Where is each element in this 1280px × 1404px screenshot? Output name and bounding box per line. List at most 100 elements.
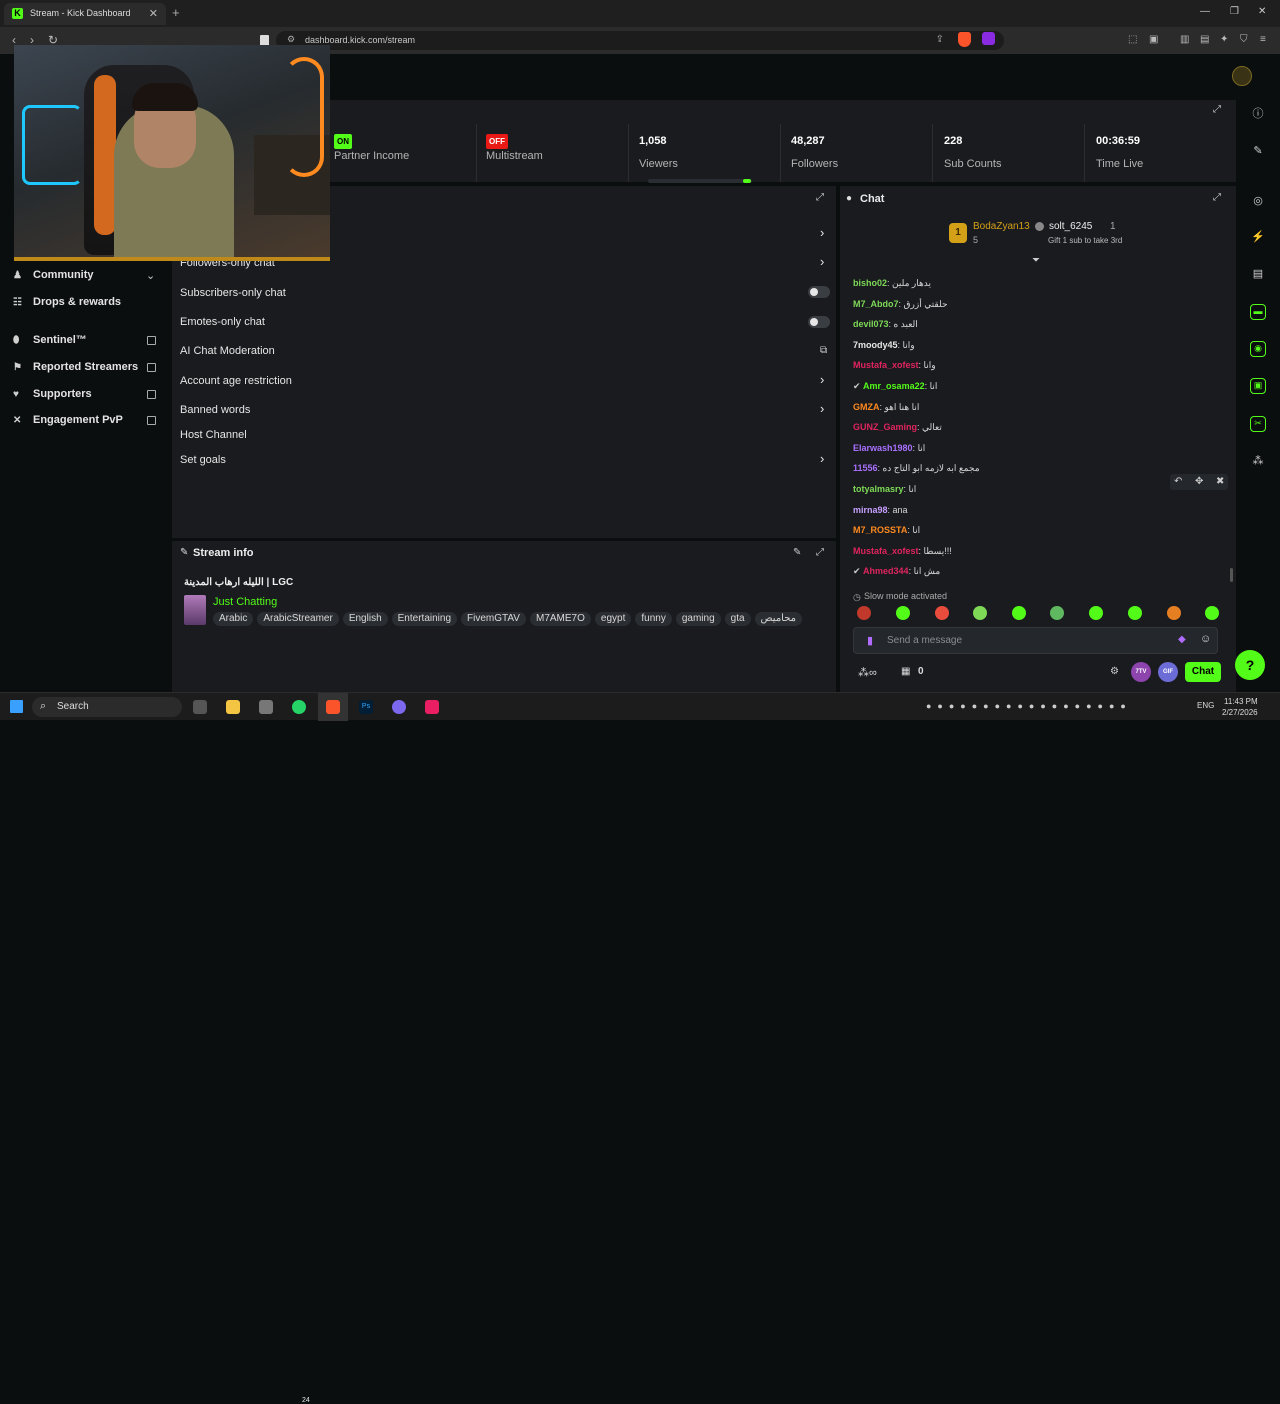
brave-rewards-icon[interactable] bbox=[982, 32, 995, 45]
extensions-icon[interactable]: ⬚ bbox=[1128, 34, 1137, 45]
tabs-icon[interactable]: ▤ bbox=[1200, 34, 1209, 45]
tag[interactable]: Entertaining bbox=[391, 612, 458, 626]
help-chat-icon[interactable]: ? bbox=[1235, 650, 1265, 680]
emotes-only-toggle[interactable] bbox=[808, 316, 830, 328]
chat-username[interactable]: Amr_osama22 bbox=[863, 381, 925, 391]
taskbar-search[interactable]: ⌕ Search bbox=[32, 697, 182, 717]
chat-message[interactable]: 7moody45: وانا bbox=[853, 340, 915, 351]
share-icon[interactable]: ⇪ bbox=[936, 34, 944, 45]
tag[interactable]: egypt bbox=[594, 612, 632, 626]
windows-start-icon[interactable] bbox=[10, 700, 23, 713]
brave-shields-icon[interactable] bbox=[958, 32, 971, 47]
setting-account-age[interactable]: Account age restriction bbox=[180, 375, 292, 387]
document-icon[interactable]: ▤ bbox=[1250, 266, 1266, 282]
new-tab-icon[interactable]: + bbox=[172, 5, 180, 20]
expand-icon[interactable]: ⤢ bbox=[1213, 105, 1223, 115]
chat-username[interactable]: bisho02 bbox=[853, 278, 887, 288]
settings-icon[interactable]: ⚙ bbox=[1110, 666, 1119, 677]
chart-icon[interactable]: ⧉ bbox=[820, 345, 827, 356]
address-bar[interactable]: ⚙ dashboard.kick.com/stream ⇪ bbox=[276, 31, 1004, 50]
gif-icon[interactable]: GIF bbox=[1158, 662, 1178, 682]
gift-icon[interactable]: ▦ bbox=[901, 666, 910, 677]
system-tray-icons[interactable]: ●●●●●●●●●●●●●●●●●● bbox=[926, 701, 1132, 711]
task-view-icon[interactable] bbox=[193, 700, 207, 714]
tag[interactable]: funny bbox=[635, 612, 672, 626]
expand-icon[interactable]: ⤢ bbox=[816, 193, 826, 203]
emote-icon[interactable] bbox=[857, 606, 871, 620]
collapse-icon[interactable]: ⏷ bbox=[1032, 255, 1040, 266]
brave-taskbar-icon[interactable] bbox=[326, 700, 340, 714]
lightning-icon[interactable]: ⚡ bbox=[1250, 229, 1266, 245]
setting-set-goals[interactable]: Set goals bbox=[180, 454, 226, 466]
emote-icon[interactable] bbox=[1167, 606, 1181, 620]
chat-username[interactable]: GMZA bbox=[853, 402, 880, 412]
tools-icon[interactable]: ✂ bbox=[1250, 416, 1266, 432]
emote-icon[interactable] bbox=[1012, 606, 1026, 620]
chat-username[interactable]: mirna98 bbox=[853, 505, 888, 515]
tag[interactable]: ArabicStreamer bbox=[257, 612, 339, 626]
chat-username[interactable]: M7_Abdo7 bbox=[853, 299, 899, 309]
chat-message[interactable]: ✔ Ahmed344: مش انا bbox=[853, 566, 940, 577]
discord-icon[interactable] bbox=[392, 700, 406, 714]
layout-icon[interactable]: ▣ bbox=[1250, 378, 1266, 394]
sidebar-item-supporters[interactable]: ♥ Supporters bbox=[13, 388, 92, 404]
chat-message[interactable]: bisho02: يدهار ملين bbox=[853, 278, 931, 289]
chat-message[interactable]: GUNZ_Gaming: تعالي bbox=[853, 422, 942, 433]
setting-ai-moderation[interactable]: AI Chat Moderation bbox=[180, 345, 275, 357]
chat-message[interactable]: M7_ROSSTA: انا bbox=[853, 525, 920, 536]
send-chat-button[interactable]: Chat bbox=[1185, 662, 1221, 682]
sidebar-icon[interactable]: ▥ bbox=[1180, 34, 1189, 45]
delete-icon[interactable]: ✖ bbox=[1216, 476, 1224, 487]
chat-message[interactable]: 11556: مجمع ابه لازمه ابو التاج ده bbox=[853, 463, 980, 474]
camera-icon[interactable]: ◎ bbox=[1250, 193, 1266, 209]
expand-icon[interactable]: ⤢ bbox=[816, 548, 826, 558]
chat-username[interactable]: M7_ROSSTA bbox=[853, 525, 907, 535]
chat-scrollbar[interactable] bbox=[1230, 568, 1233, 582]
pin-icon[interactable]: ✥ bbox=[1195, 476, 1203, 487]
setting-emotes-only[interactable]: Emotes-only chat bbox=[180, 316, 265, 328]
broadcast-icon[interactable]: ◉ bbox=[1250, 341, 1266, 357]
pencil-icon[interactable]: ✎ bbox=[1250, 143, 1266, 159]
emote-icon[interactable] bbox=[1128, 606, 1142, 620]
chat-message[interactable]: mirna98: ana bbox=[853, 505, 908, 515]
site-info-icon[interactable]: ⚙ bbox=[287, 34, 295, 45]
reply-icon[interactable]: ↶ bbox=[1174, 476, 1182, 487]
sidebar-item-sentinel[interactable]: ⬮ Sentinel™ bbox=[13, 334, 87, 350]
wallet-icon[interactable]: ▣ bbox=[1149, 34, 1158, 45]
chevron-right-icon[interactable]: › bbox=[820, 401, 824, 416]
menu-icon[interactable]: ≡ bbox=[1260, 34, 1266, 45]
chat-message[interactable]: Mustafa_xofest: يسطا!!! bbox=[853, 546, 952, 557]
chat-message[interactable]: Elarwash1980: انا bbox=[853, 443, 925, 454]
chat-username[interactable]: 7moody45 bbox=[853, 340, 898, 350]
emote-icon[interactable] bbox=[1205, 606, 1219, 620]
emote-icon[interactable] bbox=[1050, 606, 1064, 620]
setting-banned-words[interactable]: Banned words bbox=[180, 404, 250, 416]
date[interactable]: 2/27/2026 bbox=[1222, 708, 1258, 717]
emote-icon[interactable] bbox=[935, 606, 949, 620]
browser-tab[interactable]: K Stream - Kick Dashboard ✕ bbox=[4, 3, 166, 25]
community-icon[interactable]: ⁂ bbox=[1250, 453, 1266, 469]
tag[interactable]: M7AME7O bbox=[529, 612, 591, 626]
chat-message[interactable]: ✔ Amr_osama22: انا bbox=[853, 381, 937, 392]
emote-picker-icon[interactable]: ◆ bbox=[1178, 634, 1186, 645]
info-icon[interactable]: ⓘ bbox=[1250, 106, 1266, 122]
chevron-right-icon[interactable]: › bbox=[820, 225, 824, 240]
emote-icon[interactable] bbox=[1089, 606, 1103, 620]
app-icon[interactable] bbox=[425, 700, 439, 714]
partner-income-status[interactable]: ON bbox=[334, 134, 352, 149]
chat-username[interactable]: totyalmasry bbox=[853, 484, 904, 494]
tag[interactable]: محاميص bbox=[754, 612, 803, 626]
chat-username[interactable]: devil073 bbox=[853, 319, 889, 329]
sidebar-item-reported[interactable]: ⚑ Reported Streamers bbox=[13, 361, 138, 377]
leader1-name[interactable]: BodaZyan13 bbox=[973, 221, 1030, 232]
setting-subscribers-only[interactable]: Subscribers-only chat bbox=[180, 287, 286, 299]
chat-username[interactable]: Mustafa_xofest bbox=[853, 546, 919, 556]
chat-message[interactable]: GMZA: انا هنا اهو bbox=[853, 402, 919, 413]
mic-icon[interactable]: ▮ bbox=[867, 634, 873, 647]
sidebar-item-engagement[interactable]: ✕ Engagement PvP bbox=[13, 414, 123, 430]
chevron-right-icon[interactable]: › bbox=[820, 254, 824, 269]
chat-message[interactable]: Mustafa_xofest: وانا bbox=[853, 360, 936, 371]
tag[interactable]: English bbox=[342, 612, 388, 626]
close-window-icon[interactable]: ✕ bbox=[1258, 6, 1266, 17]
setting-host-channel[interactable]: Host Channel bbox=[180, 429, 247, 441]
